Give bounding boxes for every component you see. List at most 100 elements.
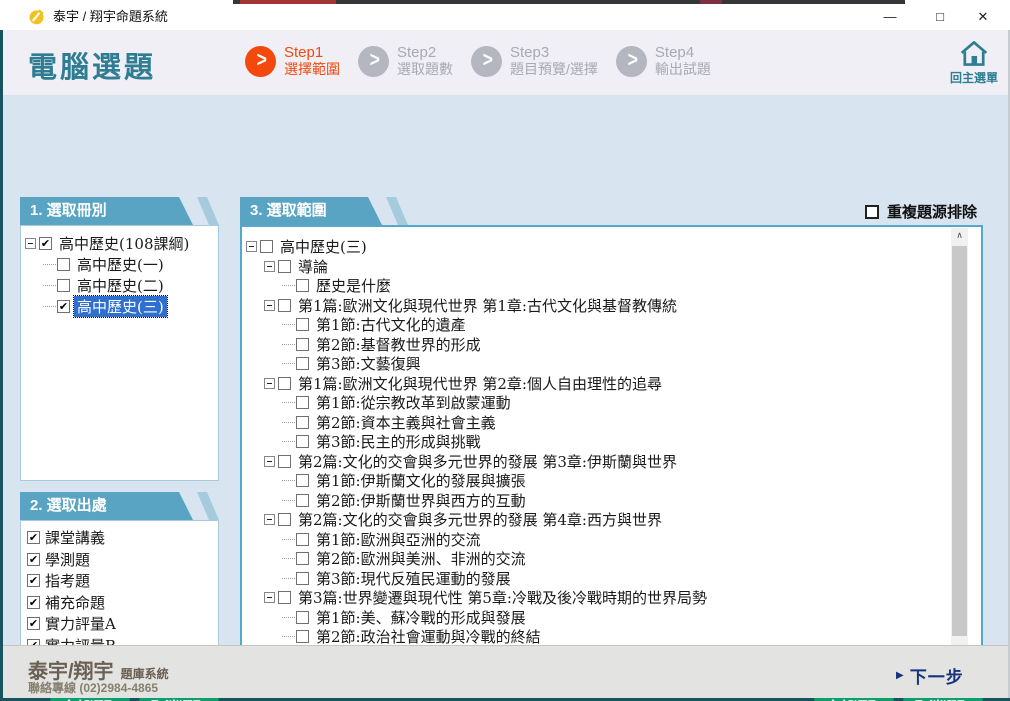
tree-item: 高中歷史(一): [25, 254, 215, 275]
tree-item-checkbox[interactable]: [296, 571, 309, 585]
tree-item-label[interactable]: 第1篇:歐洲文化與現代世界 第1章:古代文化與基督教傳統: [295, 295, 680, 316]
tree-item: 第1節:從宗教改革到啟蒙運動: [246, 393, 946, 413]
tree-item-label[interactable]: 第2節:基督教世界的形成: [313, 334, 484, 355]
tree-item: 第2節:伊斯蘭世界與西方的互動: [246, 491, 946, 511]
tree-connector-line: [43, 306, 56, 307]
tree-connector-line: [282, 558, 295, 560]
tree-item: 第3節:民主的形成與挑戰: [246, 432, 946, 452]
tree-item-checkbox[interactable]: [296, 415, 309, 429]
tree-item-checkbox[interactable]: [296, 610, 309, 624]
tree-item-label[interactable]: 第2篇:文化的交會與多元世界的發展 第4章:西方與世界: [295, 509, 665, 530]
footer-contact: 聯絡專線 (02)2984-4865: [28, 681, 159, 695]
source-item-checkbox[interactable]: ✔: [27, 595, 40, 609]
footer: 泰宇/翔宇 題庫系統 聯絡專線 (02)2984-4865 ▶ 下一步: [3, 645, 1008, 698]
tree-item: 高中歷史(二): [25, 275, 215, 296]
step-step4: > Step4 輸出試題: [615, 44, 711, 78]
tree-item-label[interactable]: 第3節:民主的形成與挑戰: [313, 431, 484, 452]
tree-item: 第2節:基督教世界的形成: [246, 335, 946, 355]
home-button[interactable]: 回主選單: [948, 40, 1000, 86]
tree-item-checkbox[interactable]: [278, 259, 291, 273]
range-scrollbar: ∧ ∨: [951, 228, 968, 682]
tree-item-checkbox[interactable]: ✔: [57, 300, 70, 313]
tree-item-label[interactable]: 高中歷史(二): [74, 275, 167, 296]
step-label: 輸出試題: [654, 61, 711, 77]
tree-connector-line: [282, 324, 295, 326]
tree-item-checkbox[interactable]: [57, 258, 70, 271]
close-button[interactable]: ✕: [968, 4, 998, 30]
tree-item-label[interactable]: 歷史是什麼: [313, 275, 394, 296]
minimize-button[interactable]: —: [875, 4, 905, 30]
tree-expander-minus-icon[interactable]: [25, 238, 36, 249]
source-item-checkbox[interactable]: ✔: [27, 574, 40, 588]
tree-expander-minus-icon[interactable]: [264, 377, 275, 389]
tree-item-label[interactable]: 第3節:現代反殖民運動的發展: [313, 568, 514, 589]
tree-item-label[interactable]: 高中歷史(一): [74, 254, 167, 275]
tree-item-checkbox[interactable]: [278, 591, 291, 605]
tree-item-label[interactable]: 第2篇:文化的交會與多元世界的發展 第3章:伊斯蘭與世界: [295, 451, 680, 472]
tree-item: 導論: [246, 257, 946, 277]
tree-expander-minus-icon[interactable]: [264, 514, 275, 526]
tree-item-label[interactable]: 第3節:文藝復興: [313, 353, 424, 374]
home-label: 回主選單: [949, 71, 998, 85]
next-step-button[interactable]: ▶ 下一步: [896, 663, 964, 688]
tree-item-label[interactable]: 第2節:資本主義與社會主義: [313, 412, 499, 433]
tree-item: 第3篇:世界變遷與現代性 第5章:冷戰及後冷戰時期的世界局勢: [246, 588, 946, 608]
tree-item-checkbox[interactable]: [296, 279, 309, 293]
tree-item-label[interactable]: 第2節:歐洲與美洲、非洲的交流: [313, 548, 529, 569]
tree-item: 第2篇:文化的交會與多元世界的發展 第3章:伊斯蘭與世界: [246, 452, 946, 472]
source-item-checkbox[interactable]: ✔: [27, 552, 40, 566]
tree-item-label[interactable]: 導論: [295, 256, 331, 277]
tree-item-label[interactable]: 高中歷史(三): [73, 295, 168, 318]
step-name: Step1: [284, 44, 324, 61]
tree-connector-line: [43, 264, 56, 265]
tree-item-checkbox[interactable]: [296, 552, 309, 566]
tree-item-label[interactable]: 第1節:美、蘇冷戰的形成與發展: [313, 607, 529, 628]
tree-item-label[interactable]: 第1篇:歐洲文化與現代世界 第2章:個人自由理性的追尋: [295, 373, 665, 394]
tree-expander-minus-icon[interactable]: [246, 241, 257, 253]
scrollbar-up-arrow-icon[interactable]: ∧: [951, 228, 968, 245]
tree-connector-line: [282, 538, 295, 540]
tree-item-checkbox[interactable]: ✔: [39, 237, 52, 250]
tree-item: 第1篇:歐洲文化與現代世界 第2章:個人自由理性的追尋: [246, 374, 946, 394]
tree-item-label[interactable]: 第1節:歐洲與亞洲的交流: [313, 529, 484, 550]
tree-item-checkbox[interactable]: [296, 357, 309, 371]
tree-connector-line: [282, 616, 295, 618]
tree-item-checkbox[interactable]: [296, 532, 309, 546]
tree-item-checkbox[interactable]: [296, 493, 309, 507]
tree-connector-line: [282, 441, 295, 443]
tree-connector-line: [282, 363, 295, 365]
tree-expander-minus-icon[interactable]: [264, 260, 275, 272]
tree-item-checkbox[interactable]: [296, 318, 309, 332]
tree-item-checkbox[interactable]: [57, 279, 70, 292]
tree-item-label[interactable]: 第1節:從宗教改革到啟蒙運動: [313, 392, 514, 413]
tree-item-checkbox[interactable]: [278, 454, 291, 468]
tree-item: 第2節:歐洲與美洲、非洲的交流: [246, 549, 946, 569]
tree-expander-minus-icon[interactable]: [264, 592, 275, 604]
tree-expander-minus-icon[interactable]: [264, 299, 275, 311]
tree-item-label[interactable]: 第1節:古代文化的遺產: [313, 314, 469, 335]
tree-item-checkbox[interactable]: [296, 396, 309, 410]
tree-item: ✔ 高中歷史(108課綱): [25, 233, 215, 254]
next-arrow-icon: ▶: [896, 670, 904, 681]
dedup-label: 重複題源排除: [887, 203, 978, 221]
tree-item-checkbox[interactable]: [296, 474, 309, 488]
tree-item-label[interactable]: 第1節:伊斯蘭文化的發展與擴張: [313, 470, 529, 491]
scrollbar-thumb[interactable]: [952, 246, 967, 636]
tree-item-checkbox[interactable]: [260, 240, 273, 254]
tree-item-checkbox[interactable]: [278, 376, 291, 390]
tree-item-checkbox[interactable]: [278, 298, 291, 312]
tree-expander-minus-icon[interactable]: [264, 455, 275, 467]
source-item-checkbox[interactable]: ✔: [27, 617, 40, 631]
maximize-button[interactable]: □: [925, 4, 955, 30]
tree-item-label[interactable]: 第3篇:世界變遷與現代性 第5章:冷戰及後冷戰時期的世界局勢: [295, 587, 710, 608]
tree-item-label[interactable]: 第2節:伊斯蘭世界與西方的互動: [313, 490, 529, 511]
dedup-checkbox[interactable]: [865, 204, 879, 219]
tree-item-label[interactable]: 高中歷史(108課綱): [56, 233, 192, 254]
source-item-checkbox[interactable]: ✔: [27, 531, 40, 545]
tree-item-checkbox[interactable]: [296, 630, 309, 644]
tree-item-checkbox[interactable]: [296, 337, 309, 351]
page-title: 電腦選題: [28, 52, 157, 84]
tree-item-checkbox[interactable]: [278, 513, 291, 527]
tree-item-checkbox[interactable]: [296, 435, 309, 449]
tree-item-label[interactable]: 高中歷史(三): [277, 237, 370, 257]
